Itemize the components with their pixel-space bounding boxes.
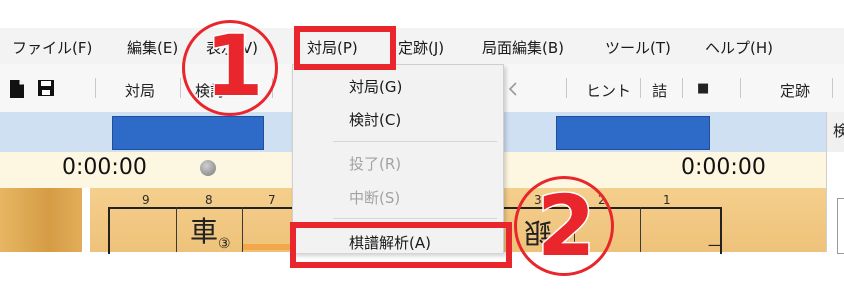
hint-button[interactable]: ヒント xyxy=(586,80,631,101)
game-button[interactable]: 対局 xyxy=(125,80,155,101)
menu-bar: ファイル(F) 編集(E) 表示(V) 対局(P) 定跡(J) 局面編集(B) … xyxy=(0,28,844,64)
captured-pieces-stand xyxy=(0,188,82,252)
board-gap xyxy=(82,188,90,252)
side-panel-content xyxy=(837,198,844,254)
rook-piece-glyph: 車 xyxy=(189,215,218,248)
rook-count-badge: ③ xyxy=(218,236,231,252)
toolbar-separator xyxy=(832,78,833,98)
toolbar-separator xyxy=(180,78,181,98)
right-clock: 0:00:00 xyxy=(681,155,766,180)
side-panel-tab[interactable]: 検 xyxy=(826,112,844,152)
menu-item-suspend: 中断(S) xyxy=(349,189,401,207)
menu-tools[interactable]: ツール(T) xyxy=(605,37,671,58)
stop-button[interactable]: ■ xyxy=(697,81,709,96)
toolbar-separator xyxy=(640,78,641,98)
board-gridline xyxy=(176,207,177,252)
menu-separator xyxy=(333,141,497,142)
save-icon[interactable] xyxy=(37,79,55,97)
side-panel-tab-label: 検 xyxy=(833,122,844,140)
highlight-box-game-menu xyxy=(294,26,396,70)
step-2-number: 2 xyxy=(535,176,596,277)
menu-position-edit[interactable]: 局面編集(B) xyxy=(482,37,564,58)
menu-file[interactable]: ファイル(F) xyxy=(12,37,92,58)
highlight-box-kifu-analysis xyxy=(290,222,512,268)
step-1-number: 1 xyxy=(203,17,264,116)
turn-indicator xyxy=(200,160,216,176)
menu-item-resign: 投了(R) xyxy=(349,155,402,173)
back-arrow-icon[interactable] xyxy=(507,82,519,96)
new-file-icon[interactable] xyxy=(9,79,25,99)
board-gridline xyxy=(640,207,641,252)
menu-item-play[interactable]: 対局(G) xyxy=(349,76,402,97)
menu-help[interactable]: ヘルプ(H) xyxy=(705,37,773,58)
menu-separator xyxy=(333,218,497,219)
toolbar-separator xyxy=(682,78,683,98)
menu-item-study[interactable]: 検討(C) xyxy=(349,109,401,130)
rank-label-1: 一 xyxy=(708,239,722,255)
tsume-button[interactable]: 詰 xyxy=(652,80,667,101)
file-label-1: 1 xyxy=(663,193,671,207)
menu-edit[interactable]: 編集(E) xyxy=(127,37,178,58)
player-left-box xyxy=(112,116,264,150)
file-label-9: 9 xyxy=(142,193,150,207)
menu-joseki[interactable]: 定跡(J) xyxy=(398,37,444,58)
file-label-7: 7 xyxy=(268,193,276,207)
file-label-8: 8 xyxy=(205,193,213,207)
side-panel xyxy=(826,152,844,254)
joseki-button[interactable]: 定跡 xyxy=(780,80,810,101)
toolbar-separator xyxy=(95,78,96,98)
toolbar-separator xyxy=(740,78,741,98)
left-clock: 0:00:00 xyxy=(62,155,147,180)
player-right-box xyxy=(556,116,710,150)
toolbar-separator xyxy=(566,78,567,98)
